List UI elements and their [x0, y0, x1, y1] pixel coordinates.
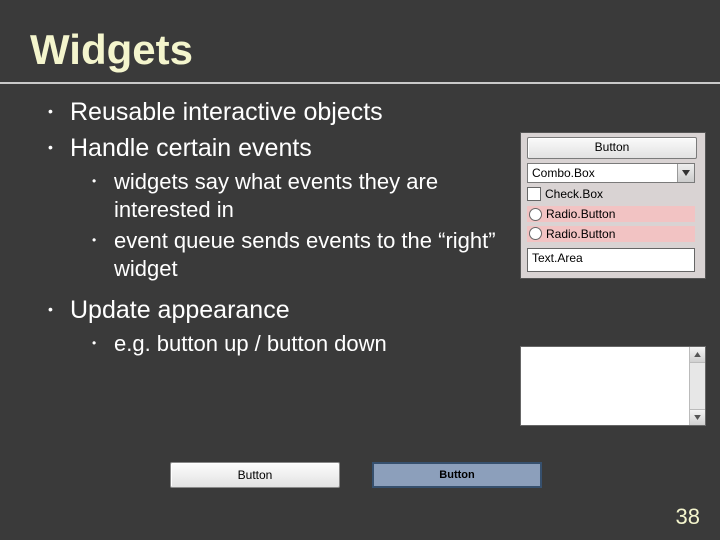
scroll-up-button[interactable] [690, 347, 705, 363]
scroll-down-button[interactable] [690, 409, 705, 425]
showcase-radio-1[interactable]: Radio.Button [527, 206, 695, 222]
radio-label-1: Radio.Button [546, 207, 615, 221]
showcase-textarea-label: Text.Area [527, 248, 695, 272]
checkbox-box-icon [527, 187, 541, 201]
bullet-update-appearance: Update appearance [48, 294, 508, 328]
radio-dot-icon [529, 208, 542, 221]
button-down-example[interactable]: Button [372, 462, 542, 488]
showcase-combobox[interactable]: Combo.Box [527, 163, 695, 183]
chevron-down-icon [677, 164, 694, 182]
button-up-example[interactable]: Button [170, 462, 340, 488]
showcase-checkbox[interactable]: Check.Box [527, 187, 603, 201]
widget-showcase-panel: Button Combo.Box Check.Box Radio.Button … [520, 132, 706, 279]
bullet-reusable: Reusable interactive objects [48, 96, 508, 130]
subbullet-event-queue: event queue sends events to the “right” … [48, 227, 508, 284]
body-text: Reusable interactive objects Handle cert… [48, 96, 508, 358]
combobox-label: Combo.Box [528, 166, 677, 180]
radio-label-2: Radio.Button [546, 227, 615, 241]
slide-title: Widgets [30, 26, 193, 74]
checkbox-label: Check.Box [545, 187, 603, 201]
subbullet-button-up-down: e.g. button up / button down [48, 330, 508, 359]
showcase-button[interactable]: Button [527, 137, 697, 159]
showcase-radio-2[interactable]: Radio.Button [527, 226, 695, 242]
bullet-handle-events: Handle certain events [48, 132, 508, 166]
title-underline [0, 82, 720, 84]
page-number: 38 [676, 504, 700, 530]
slide: Widgets Reusable interactive objects Han… [0, 0, 720, 540]
subbullet-widgets-say: widgets say what events they are interes… [48, 168, 508, 225]
radio-dot-icon [529, 227, 542, 240]
showcase-textarea[interactable] [520, 346, 706, 426]
